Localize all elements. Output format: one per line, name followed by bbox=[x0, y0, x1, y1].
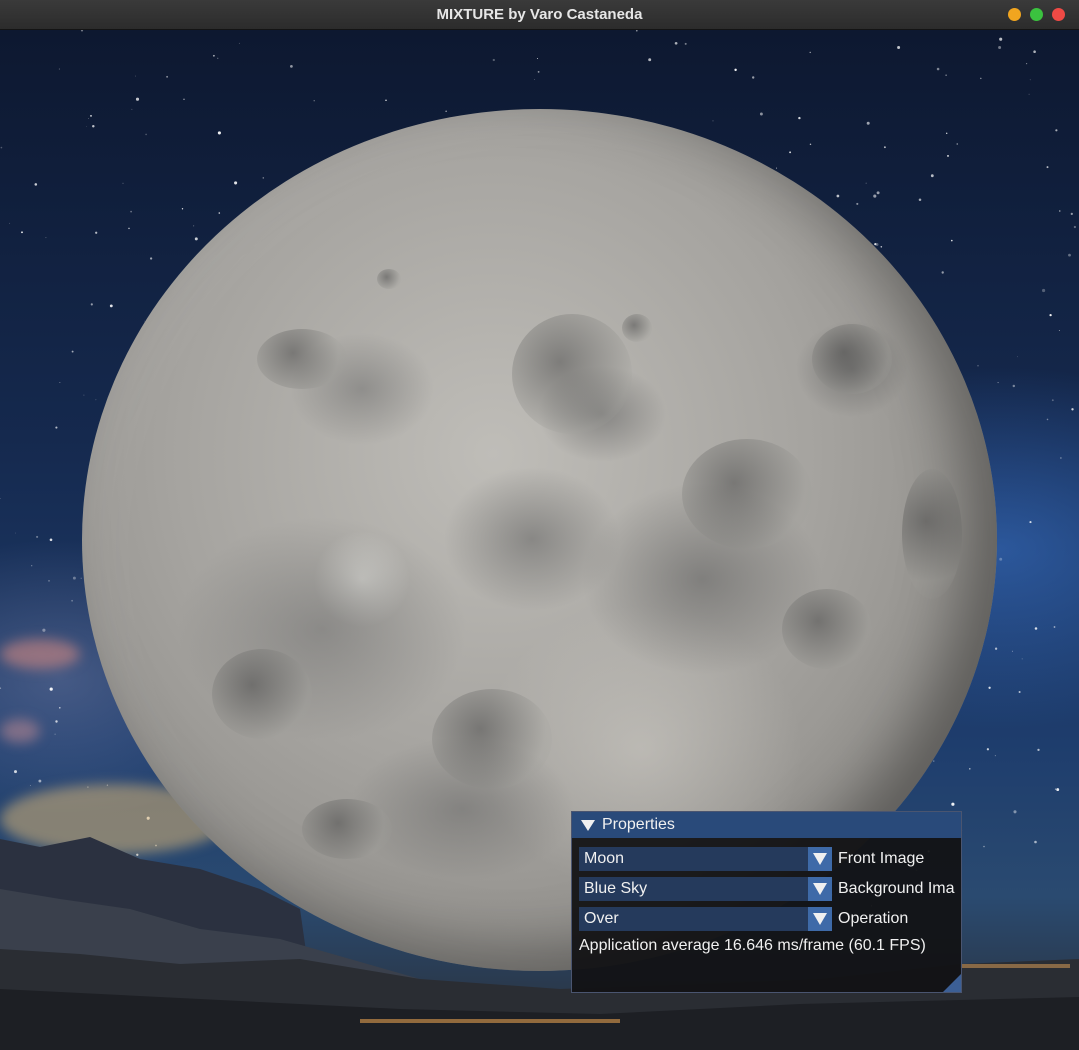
close-button[interactable] bbox=[1052, 8, 1065, 21]
front-image-value: Moon bbox=[584, 850, 625, 867]
background-image-label: Background Ima bbox=[838, 880, 955, 897]
operation-label: Operation bbox=[838, 910, 909, 927]
render-canvas[interactable]: Properties Moon Front Image Blue Sky Bac… bbox=[0, 29, 1079, 1050]
front-image-row: Moon Front Image bbox=[579, 847, 962, 871]
crater bbox=[812, 324, 892, 394]
front-image-dropdown-button[interactable] bbox=[808, 847, 832, 871]
background-image-row: Blue Sky Background Ima bbox=[579, 877, 962, 901]
background-image-dropdown-button[interactable] bbox=[808, 877, 832, 901]
resize-grip[interactable] bbox=[943, 974, 961, 992]
crater bbox=[302, 799, 392, 859]
crater bbox=[212, 649, 312, 739]
app-window: MIXTURE by Varo Castaneda Properties Moo… bbox=[0, 0, 1079, 1050]
operation-value: Over bbox=[584, 910, 619, 927]
operation-dropdown-button[interactable] bbox=[808, 907, 832, 931]
crater bbox=[377, 269, 401, 289]
crater bbox=[257, 329, 347, 389]
crater bbox=[512, 314, 632, 434]
chevron-down-icon bbox=[813, 913, 827, 925]
collapse-arrow-icon[interactable] bbox=[581, 819, 595, 831]
background-image-value: Blue Sky bbox=[584, 880, 648, 897]
properties-panel[interactable]: Properties Moon Front Image Blue Sky Bac… bbox=[571, 811, 962, 993]
properties-title: Properties bbox=[602, 816, 675, 833]
background-image-select[interactable]: Blue Sky bbox=[579, 877, 832, 901]
window-title: MIXTURE by Varo Castaneda bbox=[436, 6, 643, 23]
properties-header[interactable]: Properties bbox=[572, 812, 961, 838]
operation-row: Over Operation bbox=[579, 907, 962, 931]
crater bbox=[432, 689, 552, 789]
crater bbox=[782, 589, 872, 669]
crater bbox=[902, 469, 962, 599]
chevron-down-icon bbox=[813, 853, 827, 865]
operation-select[interactable]: Over bbox=[579, 907, 832, 931]
maximize-button[interactable] bbox=[1030, 8, 1043, 21]
front-image-select[interactable]: Moon bbox=[579, 847, 832, 871]
front-image-label: Front Image bbox=[838, 850, 925, 867]
crater bbox=[622, 314, 652, 342]
chevron-down-icon bbox=[813, 883, 827, 895]
crater bbox=[682, 439, 812, 549]
fps-readout: Application average 16.646 ms/frame (60.… bbox=[579, 937, 926, 954]
title-bar[interactable]: MIXTURE by Varo Castaneda bbox=[0, 0, 1079, 30]
minimize-button[interactable] bbox=[1008, 8, 1021, 21]
